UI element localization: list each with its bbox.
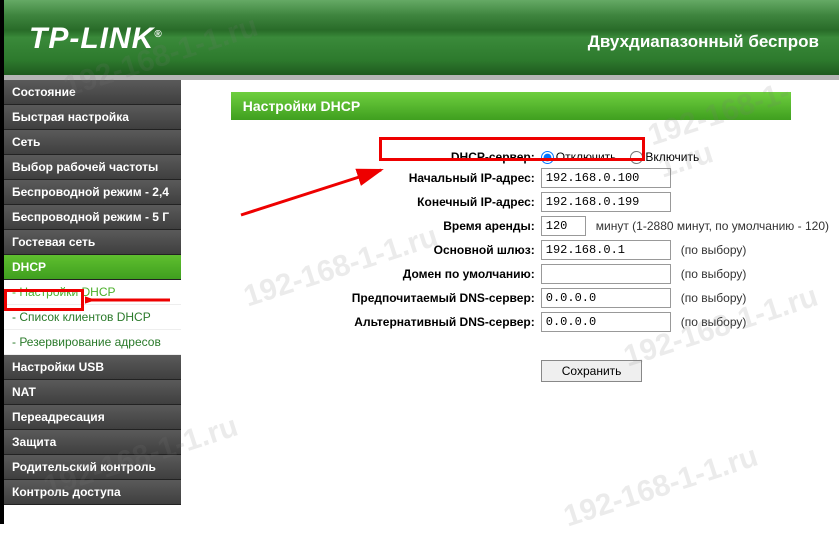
sidebar-item-dhcp[interactable]: DHCP bbox=[4, 255, 181, 280]
sidebar-item-forwarding[interactable]: Переадресация bbox=[4, 405, 181, 430]
sidebar-sub-dhcp-settings[interactable]: - Настройки DHCP bbox=[4, 280, 181, 305]
sidebar-item-network[interactable]: Сеть bbox=[4, 130, 181, 155]
sidebar-item-access[interactable]: Контроль доступа bbox=[4, 480, 181, 505]
end-ip-input[interactable] bbox=[541, 192, 671, 212]
sidebar-item-parental[interactable]: Родительский контроль bbox=[4, 455, 181, 480]
domain-hint: (по выбору) bbox=[681, 267, 747, 281]
panel-title: Настройки DHCP bbox=[231, 92, 791, 120]
dhcp-enable-label: Включить bbox=[645, 150, 699, 164]
domain-input[interactable] bbox=[541, 264, 671, 284]
sidebar-item-security[interactable]: Защита bbox=[4, 430, 181, 455]
save-button[interactable]: Сохранить bbox=[541, 360, 643, 382]
domain-label: Домен по умолчанию: bbox=[231, 267, 541, 281]
dhcp-server-label: DHCP-сервер: bbox=[231, 150, 541, 164]
header: TP-LINK® Двухдиапазонный беспров bbox=[4, 0, 839, 80]
dns1-hint: (по выбору) bbox=[681, 291, 747, 305]
sidebar-item-wireless-5[interactable]: Беспроводной режим - 5 Г bbox=[4, 205, 181, 230]
tagline: Двухдиапазонный беспров bbox=[588, 32, 819, 52]
end-ip-label: Конечный IP-адрес: bbox=[231, 195, 541, 209]
start-ip-input[interactable] bbox=[541, 168, 671, 188]
gateway-hint: (по выбору) bbox=[681, 243, 747, 257]
gateway-label: Основной шлюз: bbox=[231, 243, 541, 257]
lease-hint: минут (1-2880 минут, по умолчанию - 120) bbox=[596, 219, 829, 233]
lease-label: Время аренды: bbox=[231, 219, 541, 233]
sidebar-item-freq[interactable]: Выбор рабочей частоты bbox=[4, 155, 181, 180]
dns2-label: Альтернативный DNS-сервер: bbox=[231, 315, 541, 329]
lease-input[interactable] bbox=[541, 216, 586, 236]
start-ip-label: Начальный IP-адрес: bbox=[231, 171, 541, 185]
dhcp-disable-label: Отключить bbox=[556, 150, 617, 164]
dns1-label: Предпочитаемый DNS-сервер: bbox=[231, 291, 541, 305]
sidebar-item-wireless-24[interactable]: Беспроводной режим - 2,4 bbox=[4, 180, 181, 205]
dhcp-enable-radio[interactable] bbox=[630, 151, 643, 164]
dhcp-disable-radio[interactable] bbox=[541, 151, 554, 164]
dns1-input[interactable] bbox=[541, 288, 671, 308]
sidebar-item-guest[interactable]: Гостевая сеть bbox=[4, 230, 181, 255]
sidebar-item-nat[interactable]: NAT bbox=[4, 380, 181, 405]
sidebar-sub-dhcp-reserve[interactable]: - Резервирование адресов bbox=[4, 330, 181, 355]
gateway-input[interactable] bbox=[541, 240, 671, 260]
content: Настройки DHCP DHCP-сервер: Отключить Вк… bbox=[181, 80, 839, 519]
sidebar-item-status[interactable]: Состояние bbox=[4, 80, 181, 105]
sidebar-item-quick-setup[interactable]: Быстрая настройка bbox=[4, 105, 181, 130]
logo: TP-LINK® bbox=[29, 22, 163, 56]
dns2-hint: (по выбору) bbox=[681, 315, 747, 329]
dns2-input[interactable] bbox=[541, 312, 671, 332]
sidebar: Состояние Быстрая настройка Сеть Выбор р… bbox=[4, 80, 181, 519]
sidebar-item-usb[interactable]: Настройки USB bbox=[4, 355, 181, 380]
sidebar-sub-dhcp-clients[interactable]: - Список клиентов DHCP bbox=[4, 305, 181, 330]
